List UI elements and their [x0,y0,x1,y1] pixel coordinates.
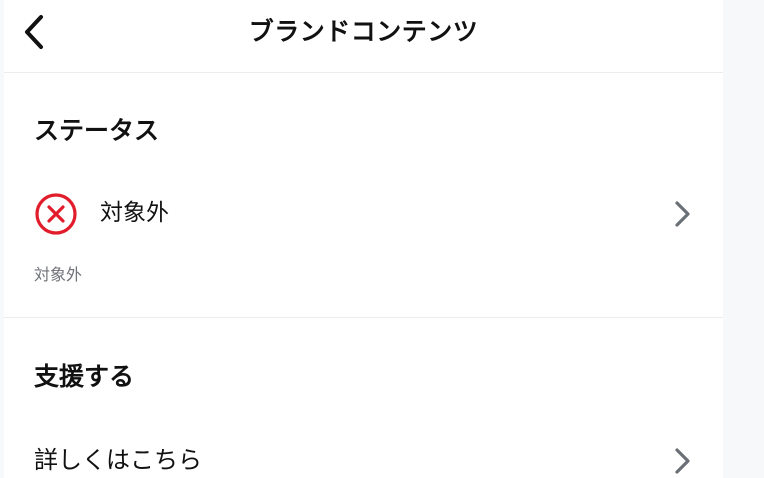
status-section-heading: ステータス [34,116,160,145]
right-gutter [723,0,764,478]
support-section-heading: 支援する [34,362,135,391]
chevron-right-icon [675,201,690,227]
learn-more-label: 詳しくはこちら [34,446,202,474]
status-label: 対象外 [100,200,169,226]
header: ブランドコンテンツ [4,0,723,73]
x-circle-icon [35,193,77,235]
status-row[interactable]: 対象外 [4,186,723,242]
chevron-right-icon [675,448,690,474]
section-divider [4,317,723,318]
settings-panel: ブランドコンテンツ ステータス 対象外 対象外 支援する 詳しくはこちら [4,0,723,478]
learn-more-row[interactable]: 詳しくはこちら [4,438,723,478]
page-title: ブランドコンテンツ [248,17,479,46]
status-description: 対象外 [34,265,83,284]
